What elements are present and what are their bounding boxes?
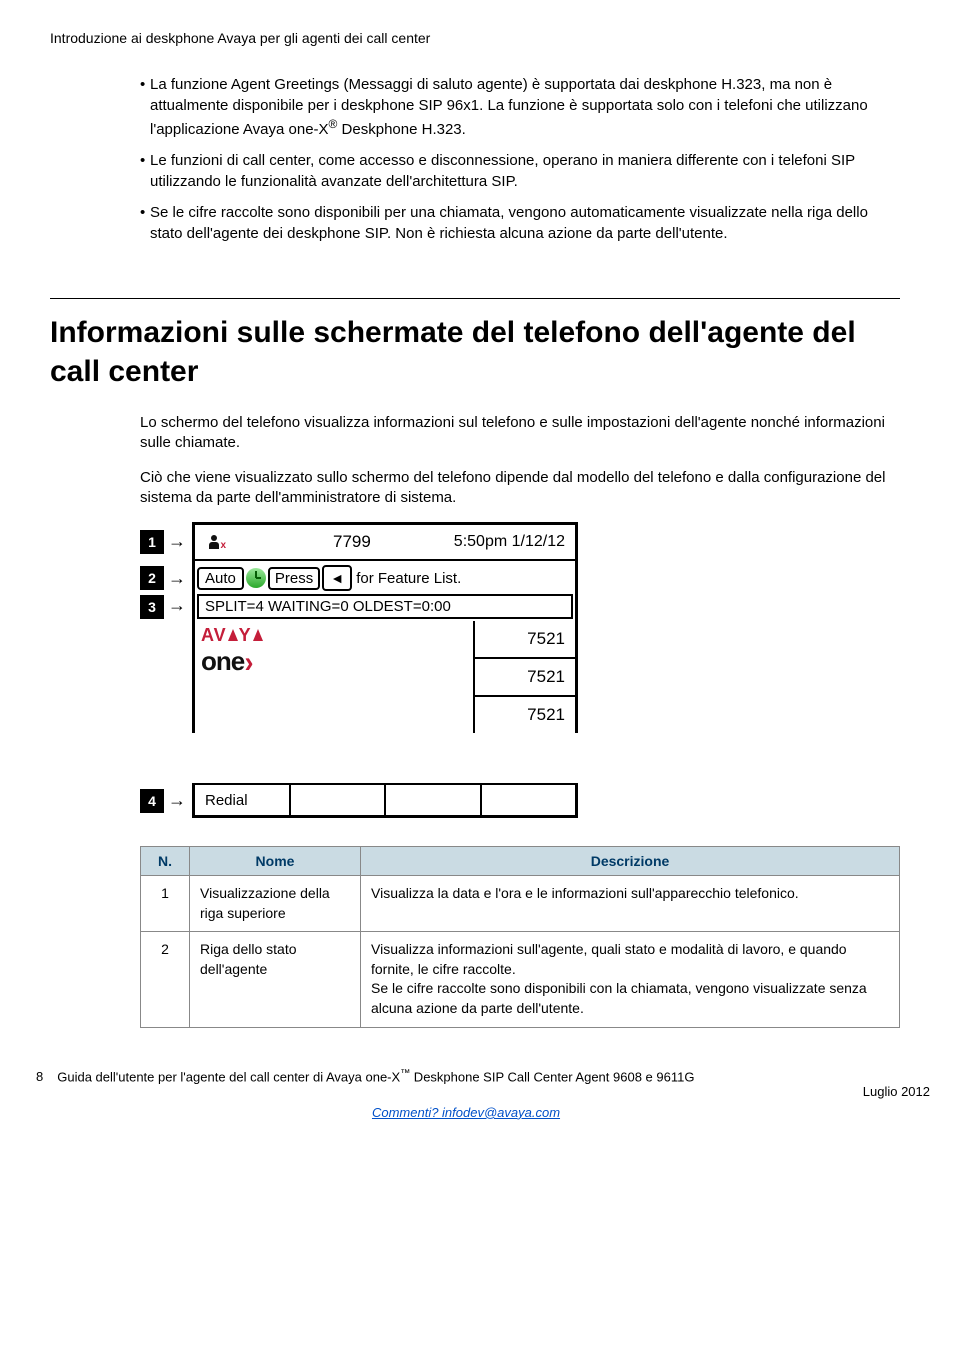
th-nome: Nome [190, 847, 361, 876]
footer-date: Luglio 2012 [32, 1084, 930, 1099]
softkey-redial: Redial [195, 785, 291, 815]
page-footer: 8 Guida dell'utente per l'agente del cal… [32, 1068, 900, 1120]
screen-datetime: 5:50pm 1/12/12 [454, 533, 565, 551]
arrow-icon: → [168, 595, 186, 616]
bullet-text: Le funzioni di call center, come accesso… [150, 150, 900, 192]
left-arrow-key-icon: ◄ [322, 565, 352, 591]
table-row: 2 Riga dello stato dell'agente Visualizz… [141, 932, 900, 1027]
screen-extension: 7799 [250, 532, 454, 552]
callout-2: 2 [140, 566, 164, 590]
arrow-icon: → [168, 531, 186, 552]
paragraph: Ciò che viene visualizzato sullo schermo… [140, 468, 900, 509]
hint-press: Press [268, 567, 320, 590]
agent-mode-pill: Auto [197, 567, 244, 590]
page-number: 8 [36, 1069, 43, 1084]
hint-feature: for Feature List. [356, 570, 461, 587]
callout-3: 3 [140, 595, 164, 619]
chapter-header: Introduzione ai deskphone Avaya per gli … [50, 30, 910, 46]
bullet-list: • La funzione Agent Greetings (Messaggi … [140, 74, 900, 244]
phone-screen-figure: 1 → x 7799 5:50pm 1/12/12 2 → Auto [140, 522, 900, 818]
screen-softkey-row: Redial [195, 783, 575, 815]
list-item: • Se le cifre raccolte sono disponibili … [140, 202, 900, 244]
th-n: N. [141, 847, 190, 876]
table-row: 1 Visualizzazione della riga superiore V… [141, 876, 900, 932]
avaya-logo: AVY one› [195, 621, 475, 733]
screen-top-row: x 7799 5:50pm 1/12/12 [195, 525, 575, 561]
screen-brand-area: AVY one› 7521 7521 7521 [195, 621, 575, 733]
list-item: • La funzione Agent Greetings (Messaggi … [140, 74, 900, 140]
callout-4: 4 [140, 789, 164, 813]
comments-link[interactable]: Commenti? infodev@avaya.com [372, 1105, 560, 1120]
screen-queue-row: SPLIT=4 WAITING=0 OLDEST=0:00 [197, 594, 573, 619]
clock-icon [246, 568, 266, 588]
line-appearance: 7521 [475, 659, 575, 697]
line-appearance: 7521 [475, 621, 575, 659]
th-desc: Descrizione [361, 847, 900, 876]
section-rule [50, 298, 900, 299]
arrow-icon: → [168, 790, 186, 811]
definition-table: N. Nome Descrizione 1 Visualizzazione de… [140, 846, 900, 1028]
presence-icon: x [209, 535, 220, 549]
arrow-icon: → [168, 568, 186, 589]
bullet-text: La funzione Agent Greetings (Messaggi di… [150, 74, 900, 140]
callout-1: 1 [140, 530, 164, 554]
list-item: • Le funzioni di call center, come acces… [140, 150, 900, 192]
paragraph: Lo schermo del telefono visualizza infor… [140, 413, 900, 454]
bullet-text: Se le cifre raccolte sono disponibili pe… [150, 202, 900, 244]
line-appearance: 7521 [475, 697, 575, 733]
footer-title: Guida dell'utente per l'agente del call … [57, 1068, 900, 1084]
section-title: Informazioni sulle schermate del telefon… [50, 313, 900, 391]
screen-status-row: Auto Press ◄ for Feature List. [195, 561, 575, 595]
